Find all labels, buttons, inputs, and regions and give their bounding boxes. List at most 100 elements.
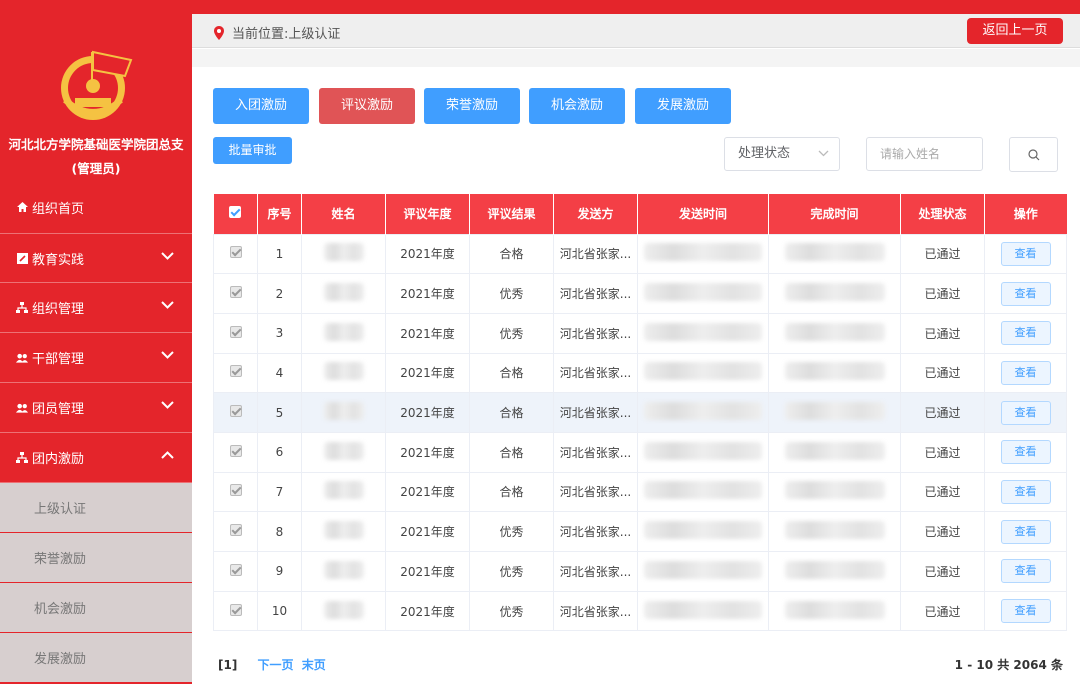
review-year: 2021年度: [385, 511, 470, 552]
redacted-blur: [784, 521, 885, 540]
sender: 河北省张家...: [553, 551, 638, 592]
sidebar-subitem-opportunity[interactable]: 机会激励: [0, 583, 192, 633]
review-result: 合格: [469, 392, 554, 433]
row-checkbox[interactable]: [229, 325, 242, 338]
search-input[interactable]: [866, 137, 983, 171]
table-row: 1 2021年度 合格 河北省张家... 已通过 查看: [213, 233, 1067, 275]
sidebar-item-education[interactable]: 教育实践: [0, 233, 192, 283]
view-button[interactable]: 查看: [1000, 599, 1051, 624]
tab-review-incentive[interactable]: 评议激励: [319, 88, 415, 124]
batch-approve-button[interactable]: 批量审批: [213, 137, 292, 164]
view-button[interactable]: 查看: [1000, 281, 1051, 306]
view-button[interactable]: 查看: [1000, 321, 1051, 346]
sidebar-subitem-development[interactable]: 发展激励: [0, 633, 192, 683]
row-checkbox[interactable]: [229, 563, 242, 576]
row-checkbox[interactable]: [229, 365, 242, 378]
next-page-link[interactable]: 下一页: [258, 658, 294, 672]
youth-league-emblem-icon: [61, 50, 133, 120]
name-cell-redacted: [301, 273, 386, 314]
send-time-redacted: [637, 392, 769, 433]
process-status: 已通过: [900, 551, 985, 592]
sidebar-item-members[interactable]: 团员管理: [0, 383, 192, 433]
row-select-cell[interactable]: [213, 590, 258, 632]
pagination-summary: 1 - 10 共 2064 条: [954, 658, 1063, 672]
table-body: 1 2021年度 合格 河北省张家... 已通过 查看 2 2021年度 优秀 河北省张家... 已…: [213, 233, 1067, 632]
column-header: 发送方: [553, 194, 638, 234]
row-select-cell[interactable]: [213, 511, 258, 552]
action-cell: 查看: [984, 431, 1067, 473]
sidebar-item-home[interactable]: 组织首页: [0, 182, 192, 232]
redacted-blur: [644, 441, 762, 460]
chevron-down-icon: [161, 401, 174, 409]
row-select-cell[interactable]: [213, 471, 258, 513]
select-all-checkbox[interactable]: [229, 206, 242, 219]
row-checkbox[interactable]: [229, 286, 242, 299]
send-time-redacted: [637, 352, 769, 394]
sidebar-item-incentive[interactable]: 团内激励: [0, 433, 192, 483]
process-status: 已通过: [900, 471, 985, 513]
breadcrumb: 当前位置:上级认证: [214, 23, 340, 42]
row-checkbox[interactable]: [229, 603, 242, 616]
status-select[interactable]: 处理状态: [724, 137, 840, 171]
tab-honor-incentive[interactable]: 荣誉激励: [424, 88, 520, 124]
row-select-cell[interactable]: [213, 431, 258, 473]
search-button[interactable]: [1009, 137, 1058, 172]
row-number: 10: [257, 590, 302, 632]
page-current[interactable]: [1]: [218, 658, 237, 672]
row-select-cell[interactable]: [213, 392, 258, 433]
sidebar-item-cadre[interactable]: 干部管理: [0, 333, 192, 383]
sidebar-subitem-superior-cert[interactable]: 上级认证: [0, 483, 192, 533]
redacted-blur: [644, 521, 762, 540]
name-cell-redacted: [301, 551, 386, 592]
table-header: 序号 姓名 评议年度 评议结果 发送方 发送时间 完成时间 处理状态 操作: [213, 194, 1067, 234]
row-select-cell[interactable]: [213, 551, 258, 592]
select-all-cell[interactable]: [213, 194, 258, 234]
view-button[interactable]: 查看: [1000, 241, 1051, 266]
review-result: 合格: [469, 352, 554, 394]
row-select-cell[interactable]: [213, 312, 258, 354]
tab-development-incentive[interactable]: 发展激励: [635, 88, 731, 124]
table-row: 4 2021年度 合格 河北省张家... 已通过 查看: [213, 352, 1067, 394]
tab-opportunity-incentive[interactable]: 机会激励: [529, 88, 625, 124]
sidebar-item-org[interactable]: 组织管理: [0, 283, 192, 333]
process-status: 已通过: [900, 233, 985, 275]
view-button[interactable]: 查看: [1000, 440, 1051, 465]
tab-join-incentive[interactable]: 入团激励: [213, 88, 309, 124]
name-cell-redacted: [301, 511, 386, 552]
finish-time-redacted: [768, 352, 901, 394]
back-button[interactable]: 返回上一页: [967, 18, 1063, 44]
home-icon: [16, 201, 28, 213]
sidebar-subitem-honor[interactable]: 荣誉激励: [0, 533, 192, 583]
row-checkbox[interactable]: [229, 444, 242, 457]
sender: 河北省张家...: [553, 392, 638, 433]
pagination: [1] 下一页 末页: [218, 656, 326, 673]
view-button[interactable]: 查看: [1000, 519, 1051, 544]
view-button[interactable]: 查看: [1000, 479, 1051, 504]
redacted-blur: [323, 560, 364, 579]
review-result: 优秀: [469, 312, 554, 354]
redacted-blur: [323, 441, 364, 460]
redacted-blur: [644, 322, 762, 341]
last-page-link[interactable]: 末页: [302, 658, 326, 672]
name-cell-redacted: [301, 352, 386, 394]
review-result: 优秀: [469, 590, 554, 632]
row-checkbox[interactable]: [229, 246, 242, 259]
view-button[interactable]: 查看: [1000, 559, 1051, 584]
users-icon: [16, 352, 28, 364]
row-checkbox[interactable]: [229, 405, 242, 418]
row-checkbox[interactable]: [229, 524, 242, 537]
row-select-cell[interactable]: [213, 233, 258, 275]
view-button[interactable]: 查看: [1000, 400, 1051, 425]
row-select-cell[interactable]: [213, 273, 258, 314]
row-select-cell[interactable]: [213, 352, 258, 394]
row-checkbox[interactable]: [229, 484, 242, 497]
name-cell-redacted: [301, 392, 386, 433]
send-time-redacted: [637, 551, 769, 592]
sender: 河北省张家...: [553, 352, 638, 394]
table-row: 2 2021年度 优秀 河北省张家... 已通过 查看: [213, 273, 1067, 314]
redacted-blur: [323, 600, 364, 619]
review-result: 优秀: [469, 273, 554, 314]
process-status: 已通过: [900, 352, 985, 394]
view-button[interactable]: 查看: [1000, 360, 1051, 385]
review-year: 2021年度: [385, 471, 470, 513]
